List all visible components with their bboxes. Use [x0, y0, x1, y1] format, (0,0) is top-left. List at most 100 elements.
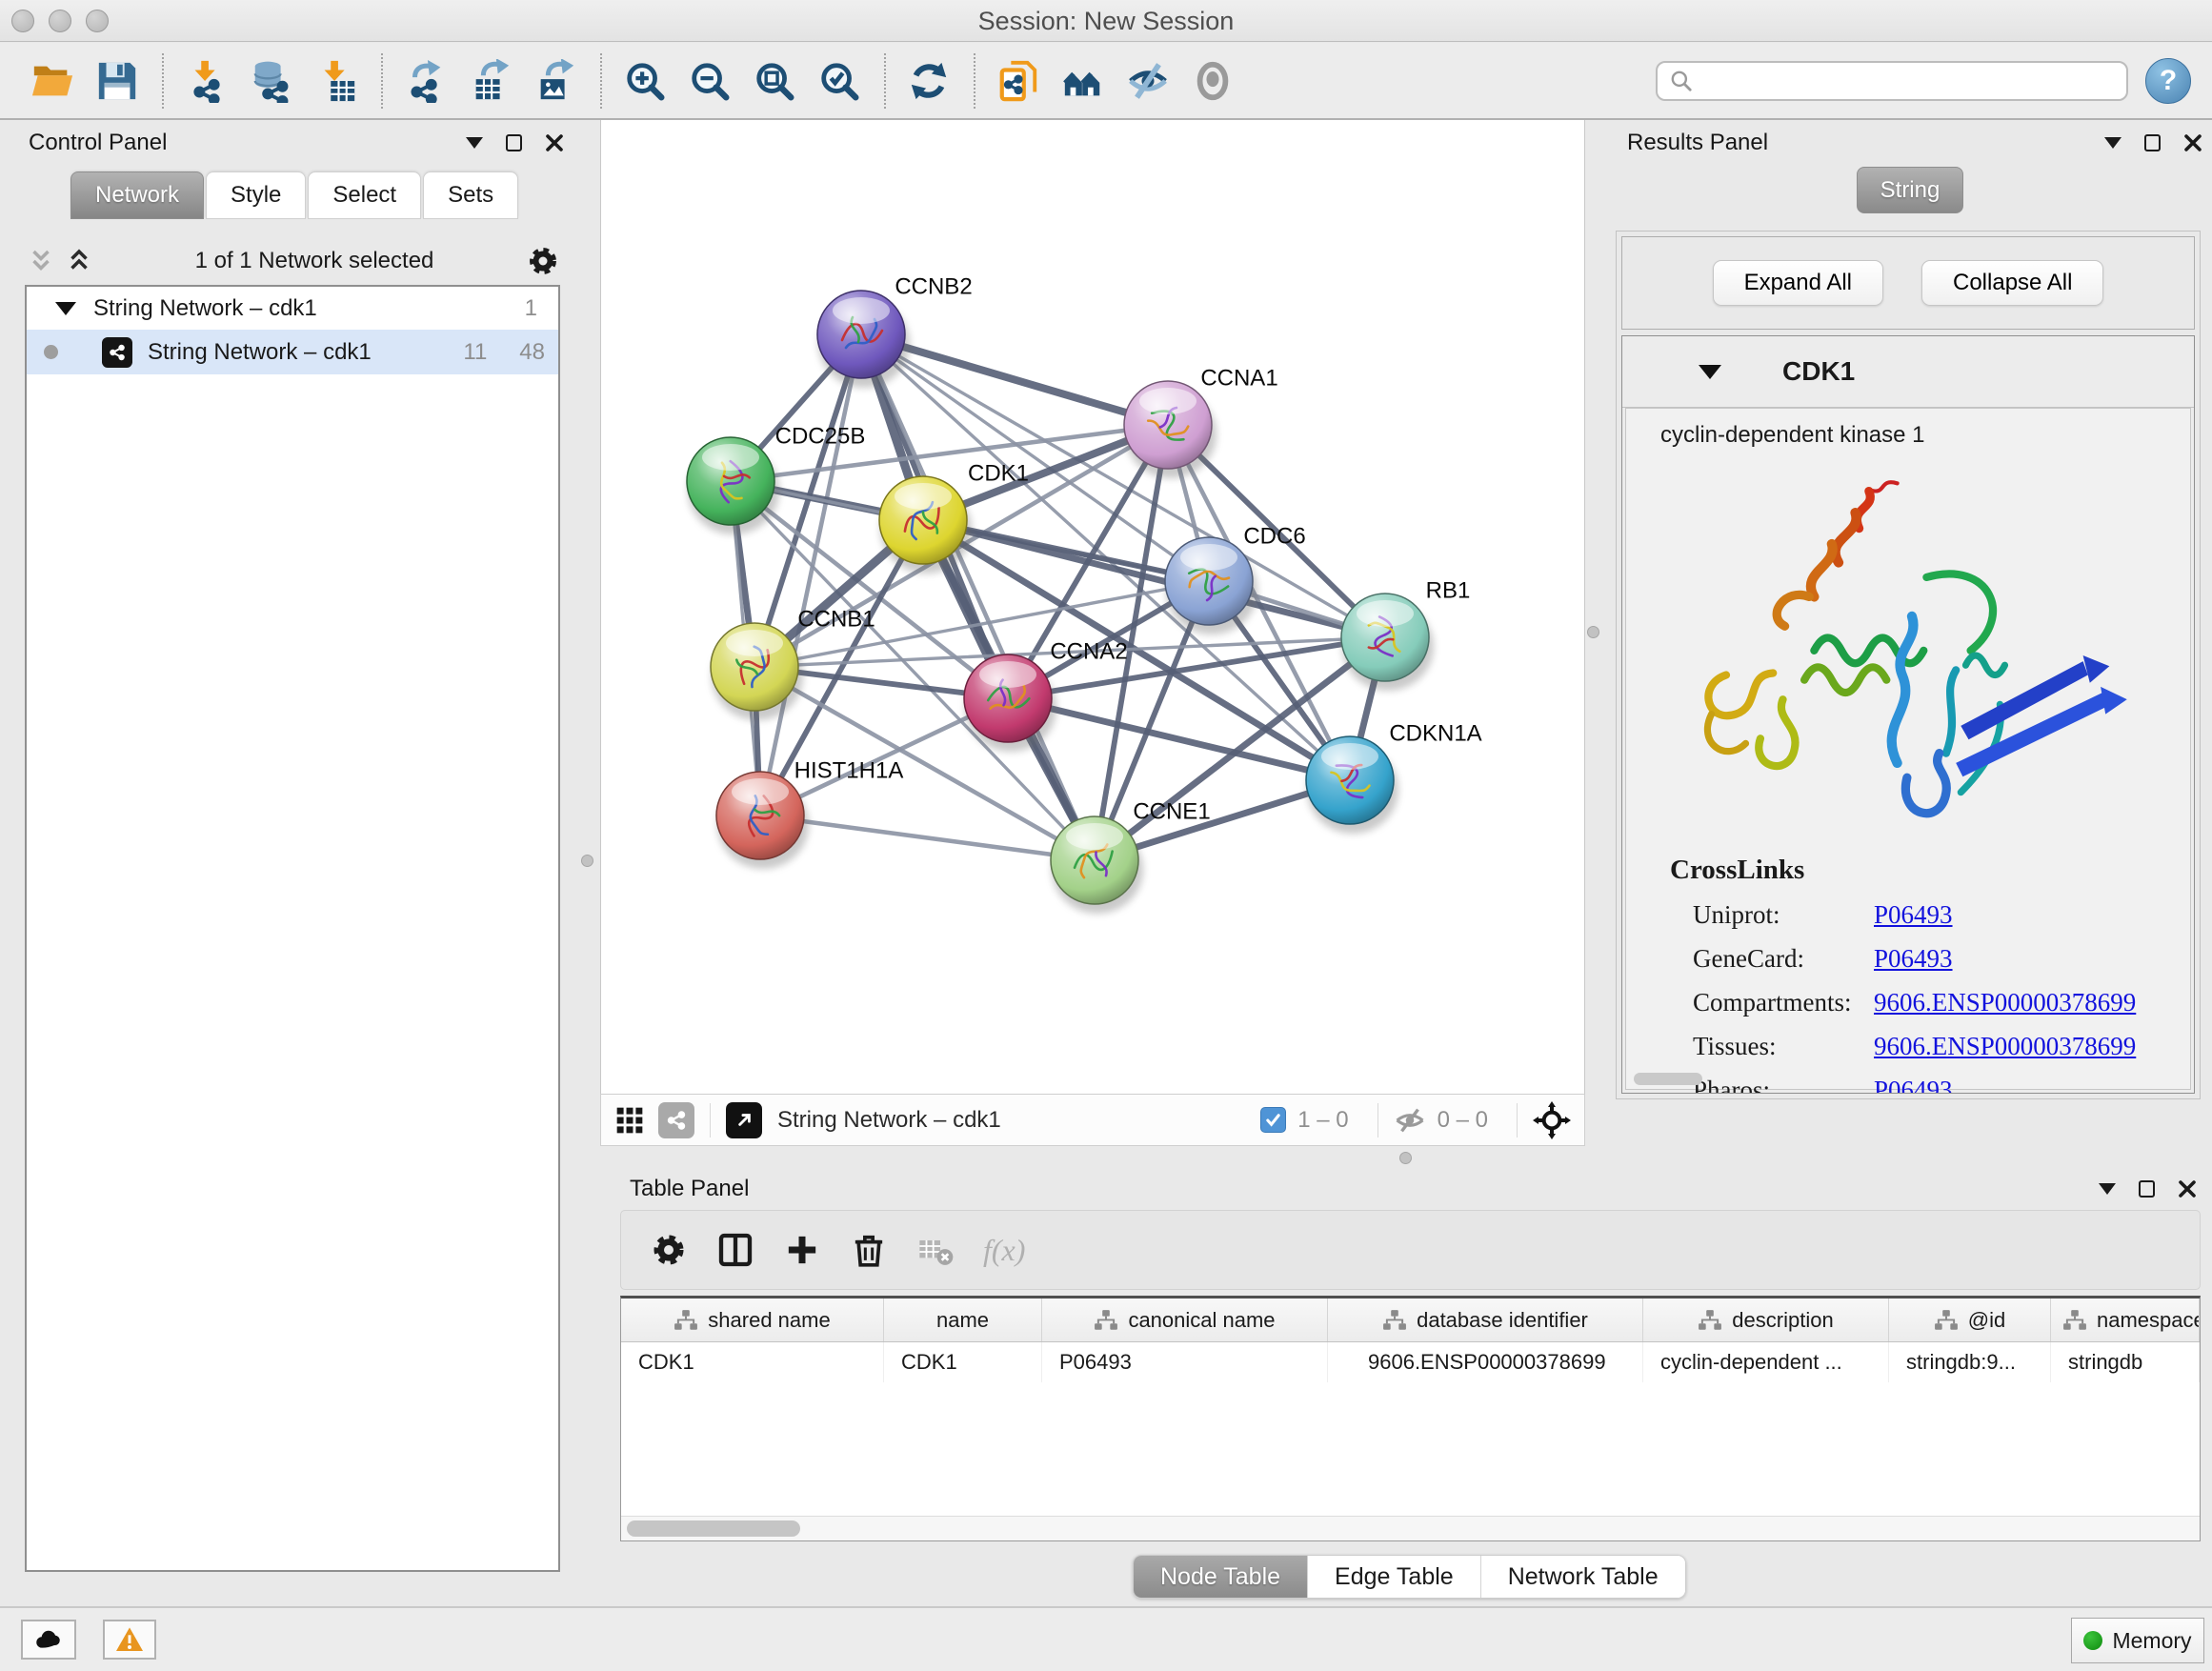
apply-layout-button[interactable]	[901, 52, 956, 110]
network-edge-CDK1-RB1[interactable]	[923, 520, 1385, 637]
grid-view-icon[interactable]	[614, 1105, 645, 1136]
node-label-CDK1: CDK1	[968, 461, 1029, 487]
collapse-all-icon[interactable]	[27, 247, 55, 275]
network-view-toolbar: String Network – cdk1 1 – 0 0 – 0	[600, 1094, 1585, 1146]
open-in-new-icon[interactable]	[726, 1102, 762, 1138]
panel-close-icon[interactable]	[2183, 133, 2202, 152]
horizontal-scrollbar-thumb[interactable]	[1634, 1073, 1702, 1085]
add-column-icon[interactable]	[783, 1231, 821, 1269]
network-node-HIST1H1A[interactable]: HIST1H1A	[716, 758, 903, 870]
right-splitter-handle[interactable]	[1587, 626, 1599, 638]
scrollbar-thumb[interactable]	[627, 1520, 800, 1537]
network-row-selected[interactable]: String Network – cdk1 11 48	[27, 330, 558, 374]
network-canvas[interactable]: CCNB2CCNA1CDC25BCDK1CDC6RB1CCNB1CCNA2CDK…	[600, 120, 1585, 1094]
network-node-CDKN1A[interactable]: CDKN1A	[1306, 721, 1482, 835]
show-columns-icon[interactable]	[716, 1231, 754, 1269]
export-network-file-button[interactable]	[398, 52, 453, 110]
expand-all-icon[interactable]	[65, 247, 93, 275]
section-expand-icon[interactable]	[1699, 365, 1721, 379]
zoom-fit-button[interactable]	[747, 52, 802, 110]
save-session-button[interactable]	[90, 52, 145, 110]
network-icon-gray[interactable]	[658, 1102, 694, 1138]
panel-menu-icon[interactable]	[466, 137, 483, 149]
genecard-link[interactable]: P06493	[1874, 944, 1953, 974]
table-horizontal-scrollbar[interactable]	[621, 1516, 2200, 1540]
table-row[interactable]: CDK1 CDK1 P06493 9606.ENSP00000378699 cy…	[621, 1342, 2200, 1382]
warnings-button[interactable]	[103, 1620, 156, 1660]
memory-button[interactable]: Memory	[2071, 1618, 2204, 1663]
column-header[interactable]: shared name	[621, 1299, 884, 1341]
tab-network-table[interactable]: Network Table	[1481, 1556, 1685, 1598]
cloud-status-button[interactable]	[21, 1620, 76, 1660]
first-neighbors-button[interactable]	[1056, 52, 1111, 110]
close-window-button[interactable]	[11, 10, 34, 32]
column-header[interactable]: @id	[1889, 1299, 2051, 1341]
panel-float-icon[interactable]	[2144, 134, 2161, 151]
pharos-link[interactable]: P06493	[1874, 1076, 1953, 1094]
tab-select[interactable]: Select	[308, 171, 421, 219]
zoom-out-button[interactable]	[682, 52, 737, 110]
minimize-window-button[interactable]	[49, 10, 71, 32]
network-node-CCNA1[interactable]: CCNA1	[1124, 366, 1278, 479]
left-splitter-handle[interactable]	[581, 855, 593, 867]
zoom-in-button[interactable]	[617, 52, 673, 110]
new-network-from-selection-button[interactable]	[991, 52, 1046, 110]
compartments-link[interactable]: 9606.ENSP00000378699	[1874, 988, 2136, 1017]
results-panel: Results Panel String Expand All Collapse…	[1610, 124, 2212, 1119]
collection-expand-icon[interactable]	[55, 302, 76, 315]
import-network-database-button[interactable]	[244, 52, 299, 110]
column-header[interactable]: database identifier	[1328, 1299, 1643, 1341]
selected-checkbox[interactable]	[1260, 1107, 1286, 1133]
hide-selected-button[interactable]	[1120, 52, 1176, 110]
column-header[interactable]: namespace	[2051, 1299, 2200, 1341]
delete-column-trash-icon[interactable]	[850, 1231, 888, 1269]
hidden-count: 0 – 0	[1438, 1107, 1488, 1134]
import-network-file-button[interactable]	[179, 52, 234, 110]
zoom-selected-button[interactable]	[812, 52, 867, 110]
panel-menu-icon[interactable]	[2099, 1183, 2116, 1195]
tab-string[interactable]: String	[1857, 167, 1963, 213]
column-header[interactable]: name	[884, 1299, 1042, 1341]
tab-style[interactable]: Style	[206, 171, 306, 219]
tab-edge-table[interactable]: Edge Table	[1308, 1556, 1481, 1598]
collapse-all-button[interactable]: Collapse All	[1921, 260, 2103, 306]
zoom-out-icon	[688, 59, 732, 103]
network-collection-row[interactable]: String Network – cdk1 1	[27, 287, 558, 330]
panel-float-icon[interactable]	[2139, 1180, 2155, 1198]
open-session-button[interactable]	[25, 52, 80, 110]
crosslink-label: GeneCard:	[1693, 944, 1874, 974]
toolbar-separator	[884, 53, 886, 109]
network-edge-HIST1H1A-CCNE1[interactable]	[760, 815, 1095, 860]
zoom-in-icon	[623, 59, 667, 103]
help-button[interactable]: ?	[2145, 58, 2191, 104]
table-options-gear-icon[interactable]	[650, 1231, 688, 1269]
search-input[interactable]	[1701, 67, 2115, 95]
zoom-window-button[interactable]	[86, 10, 109, 32]
panel-float-icon[interactable]	[506, 134, 522, 151]
network-edge-CCNB2-HIST1H1A[interactable]	[760, 334, 861, 815]
show-all-button[interactable]	[1185, 52, 1240, 110]
panel-menu-icon[interactable]	[2104, 137, 2122, 149]
node-label-CCNA2: CCNA2	[1050, 639, 1127, 665]
import-table-file-button[interactable]	[309, 52, 364, 110]
selected-count: 1 – 0	[1297, 1107, 1348, 1134]
export-table-file-button[interactable]	[463, 52, 518, 110]
tab-network[interactable]: Network	[70, 171, 204, 219]
uniprot-link[interactable]: P06493	[1874, 900, 1953, 930]
column-header[interactable]: canonical name	[1042, 1299, 1328, 1341]
protein-section-header[interactable]: CDK1	[1622, 336, 2194, 408]
node-label-CDKN1A: CDKN1A	[1389, 721, 1481, 747]
tab-node-table[interactable]: Node Table	[1134, 1556, 1308, 1598]
column-header[interactable]: description	[1643, 1299, 1889, 1341]
panel-close-icon[interactable]	[545, 133, 564, 152]
bottom-splitter-handle[interactable]	[1399, 1152, 1412, 1164]
network-node-RB1[interactable]: RB1	[1341, 578, 1470, 692]
expand-all-button[interactable]: Expand All	[1713, 260, 1883, 306]
tissues-link[interactable]: 9606.ENSP00000378699	[1874, 1032, 2136, 1061]
panel-close-icon[interactable]	[2178, 1179, 2197, 1198]
tab-sets[interactable]: Sets	[423, 171, 518, 219]
export-image-button[interactable]	[528, 52, 583, 110]
network-node-CCNB2[interactable]: CCNB2	[817, 274, 973, 389]
pan-crosshair-icon[interactable]	[1533, 1101, 1571, 1139]
network-options-gear-icon[interactable]	[526, 244, 560, 278]
